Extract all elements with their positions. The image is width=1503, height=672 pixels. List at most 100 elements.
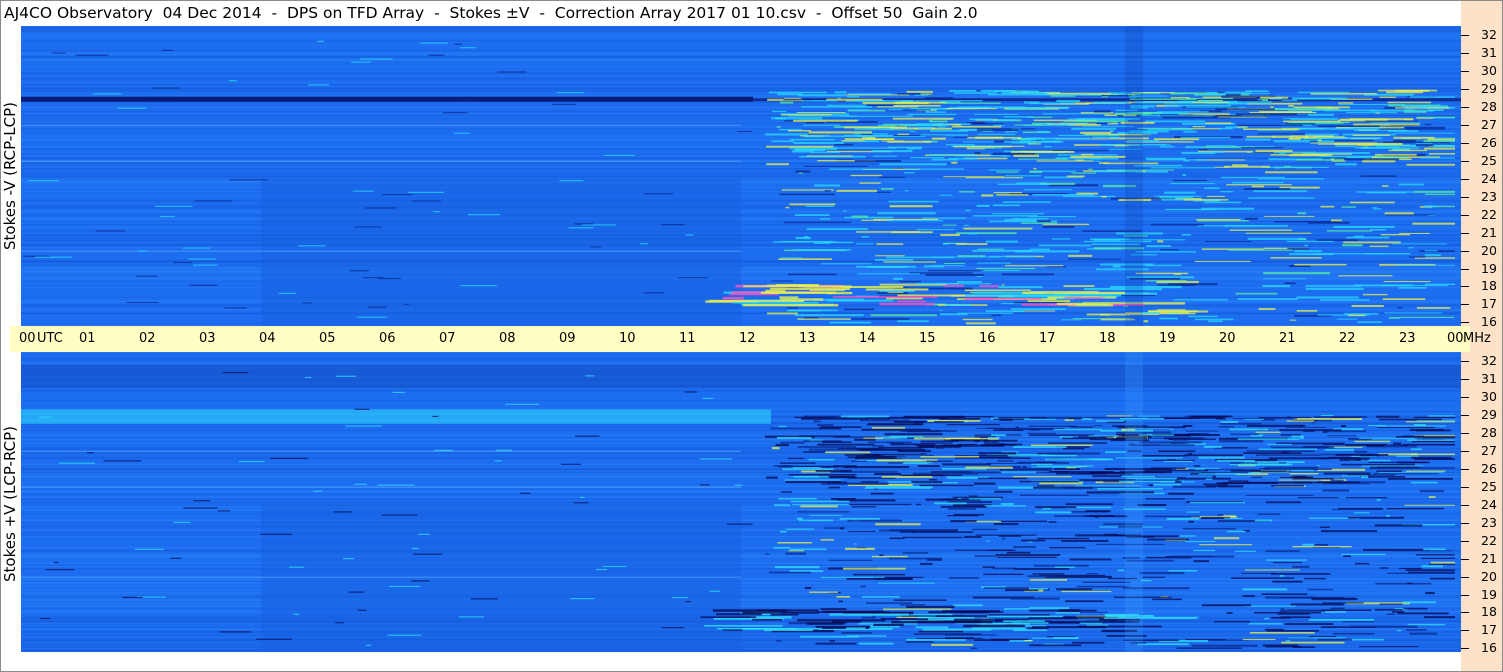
emission-streak bbox=[1265, 596, 1315, 599]
emission-streak bbox=[1228, 480, 1249, 482]
emission-streak bbox=[831, 498, 856, 501]
vertical-feature bbox=[1125, 352, 1143, 652]
background-streak bbox=[432, 415, 439, 417]
background-streak bbox=[685, 234, 694, 236]
emission-streak bbox=[1206, 485, 1228, 487]
emission-streak bbox=[948, 577, 980, 579]
emission-streak bbox=[1424, 254, 1441, 257]
background-streak bbox=[434, 449, 453, 451]
low-freq-event bbox=[979, 285, 999, 288]
emission-streak bbox=[1216, 459, 1255, 462]
low-freq-event bbox=[743, 304, 839, 307]
time-tick-label: 02 bbox=[139, 331, 156, 346]
emission-streak bbox=[1168, 570, 1198, 572]
emission-streak bbox=[927, 270, 981, 272]
background-streak bbox=[134, 548, 164, 550]
emission-streak bbox=[844, 308, 875, 311]
emission-streak bbox=[1003, 140, 1064, 143]
emission-streak bbox=[1292, 97, 1346, 100]
spectrogram-top-svg bbox=[21, 26, 1461, 326]
background-streak bbox=[494, 460, 502, 462]
emission-streak bbox=[870, 492, 894, 495]
background-streak bbox=[351, 61, 371, 63]
frequency-unit-label: MHz bbox=[1463, 331, 1491, 346]
emission-streak bbox=[790, 500, 850, 503]
emission-streak bbox=[817, 424, 834, 426]
emission-streak bbox=[1220, 421, 1239, 423]
background-streak bbox=[460, 285, 497, 287]
emission-streak bbox=[963, 227, 1033, 230]
background-streak bbox=[428, 54, 445, 56]
emission-streak bbox=[925, 97, 954, 99]
emission-streak bbox=[1173, 273, 1182, 275]
emission-streak bbox=[1146, 159, 1210, 161]
emission-streak bbox=[1030, 444, 1093, 447]
emission-streak bbox=[1404, 109, 1415, 111]
emission-streak bbox=[978, 452, 1017, 455]
emission-streak bbox=[1351, 305, 1384, 307]
frequency-tick-label: 20 bbox=[1481, 242, 1497, 258]
emission-streak bbox=[801, 106, 864, 108]
emission-streak bbox=[1003, 201, 1051, 203]
emission-streak bbox=[883, 261, 937, 263]
spectrum-texture-band bbox=[21, 494, 1461, 495]
frequency-tick-mark bbox=[1461, 304, 1469, 306]
emission-streak bbox=[1408, 247, 1414, 249]
background-streak bbox=[183, 507, 218, 509]
spectrum-texture-band bbox=[21, 121, 1461, 123]
low-freq-event bbox=[709, 299, 805, 302]
emission-streak bbox=[1172, 439, 1189, 441]
background-streak bbox=[389, 585, 421, 588]
emission-streak bbox=[1188, 437, 1206, 440]
emission-streak bbox=[1400, 467, 1455, 469]
emission-streak bbox=[1056, 588, 1093, 591]
emission-streak bbox=[1292, 478, 1334, 480]
spectrum-texture-band bbox=[21, 357, 1461, 359]
emission-streak bbox=[1225, 93, 1241, 96]
background-streak bbox=[433, 211, 440, 213]
emission-streak bbox=[1204, 201, 1242, 204]
emission-streak bbox=[820, 218, 831, 220]
emission-streak bbox=[1139, 572, 1185, 575]
emission-streak bbox=[1386, 613, 1395, 615]
emission-streak bbox=[1261, 98, 1269, 102]
background-streak bbox=[559, 180, 584, 182]
background-streak bbox=[454, 43, 462, 45]
emission-streak bbox=[873, 155, 897, 157]
emission-streak bbox=[1226, 612, 1233, 614]
emission-streak bbox=[988, 549, 1016, 551]
spectrum-texture-band bbox=[21, 476, 1461, 478]
emission-streak bbox=[905, 124, 949, 127]
spectrum-texture-band bbox=[21, 456, 1461, 458]
background-streak bbox=[685, 601, 692, 603]
emission-streak bbox=[1170, 182, 1215, 185]
emission-streak bbox=[1183, 415, 1193, 417]
background-streak bbox=[239, 460, 265, 463]
emission-streak bbox=[799, 519, 834, 522]
frequency-tick-mark bbox=[1461, 414, 1469, 416]
emission-streak bbox=[1198, 456, 1245, 459]
emission-streak bbox=[1331, 219, 1342, 222]
emission-streak bbox=[928, 154, 977, 156]
emission-streak bbox=[1258, 448, 1317, 450]
emission-streak bbox=[998, 535, 1022, 537]
emission-streak bbox=[1354, 450, 1368, 453]
background-streak bbox=[313, 490, 323, 492]
emission-streak bbox=[1379, 603, 1403, 605]
emission-streak bbox=[1001, 273, 1055, 276]
emission-streak bbox=[1258, 308, 1276, 310]
emission-streak bbox=[1409, 428, 1444, 431]
background-streak bbox=[188, 258, 217, 260]
emission-streak bbox=[1335, 454, 1389, 456]
emission-streak bbox=[1388, 317, 1401, 319]
emission-streak bbox=[1361, 465, 1423, 467]
emission-streak bbox=[1140, 312, 1160, 314]
emission-streak bbox=[794, 149, 826, 152]
emission-streak bbox=[997, 460, 1014, 462]
emission-streak bbox=[1186, 511, 1200, 513]
frequency-tick-mark bbox=[1461, 268, 1469, 270]
emission-streak bbox=[1415, 554, 1455, 556]
emission-streak bbox=[829, 168, 894, 170]
emission-streak bbox=[1232, 164, 1248, 167]
emission-streak bbox=[976, 427, 1035, 429]
